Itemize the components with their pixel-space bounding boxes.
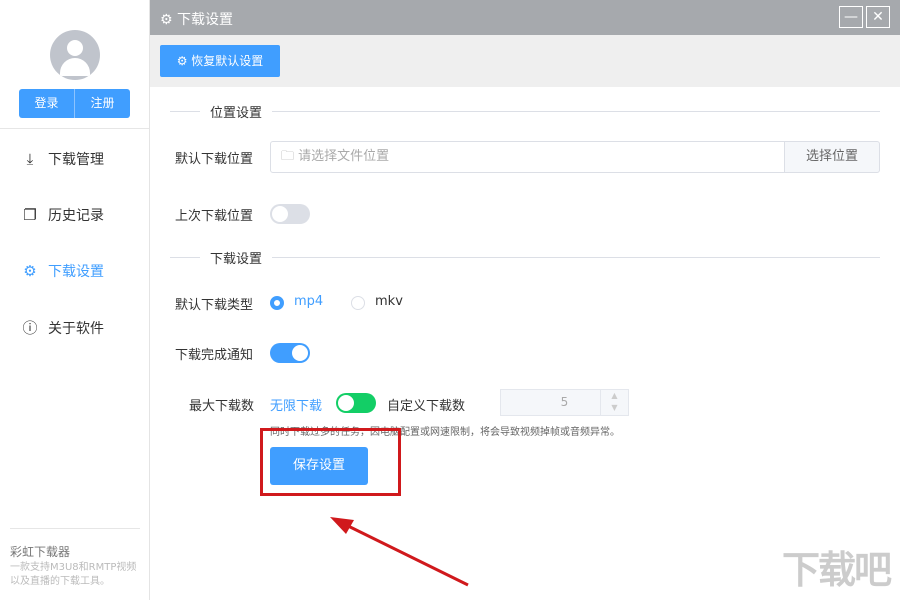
brand-tagline: 一款支持M3U8和RMTP视频以及直播的下载工具。 — [10, 561, 140, 589]
history-icon: ❐ — [22, 206, 38, 224]
type-label: 默认下载类型 — [175, 294, 253, 313]
section-location: 位置设置 — [200, 102, 272, 121]
download-icon: ⤓ — [22, 150, 38, 168]
last-location-toggle[interactable] — [270, 204, 310, 224]
location-input[interactable]: 🗀 请选择文件位置 — [270, 141, 785, 173]
radio-mp4[interactable] — [270, 296, 284, 310]
login-button[interactable]: 登录 — [19, 89, 74, 118]
notify-label: 下载完成通知 — [175, 344, 253, 363]
unlimited-label: 无限下载 — [270, 395, 322, 414]
mkv-label[interactable]: mkv — [375, 294, 403, 309]
custom-label: 自定义下载数 — [387, 395, 465, 414]
close-button[interactable]: ✕ — [866, 6, 890, 28]
folder-icon: 🗀 — [281, 149, 298, 164]
section-download: 下载设置 — [200, 248, 272, 267]
decrement-icon[interactable]: ▼ — [601, 402, 628, 414]
register-button[interactable]: 注册 — [74, 89, 130, 118]
sidebar-item-download-settings[interactable]: ⚙下载设置 — [22, 261, 104, 281]
sidebar: 登录 注册 ⤓下载管理 ❐历史记录 ⚙下载设置 ⓘ关于软件 彩虹下载器 一款支持… — [0, 0, 150, 600]
max-downloads-label: 最大下载数 — [189, 395, 254, 414]
info-icon: ⓘ — [22, 317, 38, 338]
sidebar-item-download-manager[interactable]: ⤓下载管理 — [22, 149, 104, 169]
gear-icon: ⚙ — [22, 262, 38, 280]
gear-icon: ⚙ — [177, 54, 192, 68]
sidebar-item-about[interactable]: ⓘ关于软件 — [22, 317, 104, 338]
window-title: 下载设置 — [177, 12, 233, 28]
title-bar: ⚙ 下载设置 — ✕ — [150, 0, 900, 35]
highlight-box — [260, 428, 401, 496]
increment-icon[interactable]: ▲ — [601, 390, 628, 402]
minimize-button[interactable]: — — [839, 6, 863, 28]
max-downloads-toggle[interactable] — [336, 393, 376, 413]
gear-icon: ⚙ — [160, 12, 177, 28]
annotation-arrow — [320, 510, 480, 590]
last-location-label: 上次下载位置 — [175, 205, 253, 224]
notify-toggle[interactable] — [270, 343, 310, 363]
mp4-label[interactable]: mp4 — [294, 294, 323, 309]
choose-location-button[interactable]: 选择位置 — [784, 141, 880, 173]
brand-name: 彩虹下载器 — [10, 543, 70, 560]
reset-defaults-button[interactable]: ⚙ 恢复默认设置 — [160, 45, 280, 77]
default-location-label: 默认下载位置 — [175, 148, 253, 167]
custom-count-stepper[interactable]: 5▲▼ — [500, 389, 629, 416]
sidebar-item-history[interactable]: ❐历史记录 — [22, 205, 104, 225]
radio-mkv[interactable] — [351, 296, 365, 310]
watermark-logo: 下载吧 — [782, 539, 890, 594]
avatar[interactable] — [50, 30, 100, 80]
